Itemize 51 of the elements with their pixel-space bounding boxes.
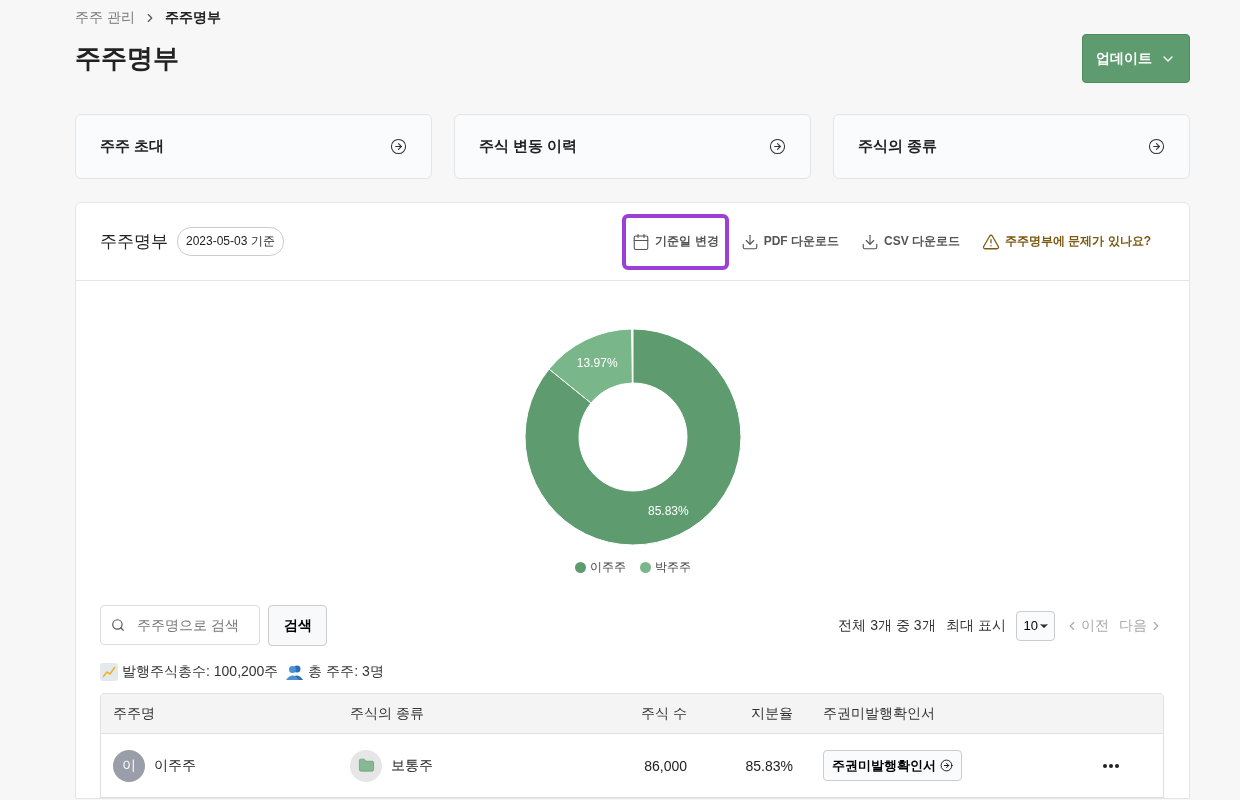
nav-card[interactable]: 주식의 종류 xyxy=(833,114,1190,179)
section-title: 주주명부 xyxy=(100,231,168,253)
stat-text: 총 주주: 3명 xyxy=(308,663,384,681)
page-size-label: 최대 표시 xyxy=(945,616,1006,635)
date-badge: 2023-05-03 기준 xyxy=(177,227,284,256)
column-header: 주권미발행확인서 xyxy=(823,704,935,723)
arrow-right-icon xyxy=(1148,138,1165,155)
action-link[interactable]: CSV 다운로드 xyxy=(851,213,970,270)
table-cell: 86,000 xyxy=(644,757,687,774)
chart-icon xyxy=(100,663,118,681)
warning-icon xyxy=(982,232,1000,251)
slice-label: 13.97% xyxy=(576,356,618,371)
download-icon xyxy=(861,232,879,251)
action-link[interactable]: 주주명부에 문제가 있나요? xyxy=(972,213,1161,270)
arrow-right-icon xyxy=(940,759,953,772)
breadcrumb-item[interactable]: 주주 관리 xyxy=(75,9,135,27)
table-cell: 보통주 xyxy=(391,756,433,775)
nav-card-label: 주주 초대 xyxy=(100,137,165,156)
arrow-right-icon xyxy=(390,138,407,155)
stat-text: 발행주식총수: 100,200주 xyxy=(122,663,279,681)
nav-card-label: 주식의 종류 xyxy=(858,137,938,156)
column-header: 주주명 xyxy=(113,704,155,723)
result-count: 전체 3개 중 3개 xyxy=(838,616,936,635)
avatar: 이 xyxy=(113,749,145,782)
search-icon xyxy=(111,618,125,632)
table-cell: 85.83% xyxy=(745,757,793,774)
arrow-right-icon xyxy=(769,138,786,155)
people-icon xyxy=(286,664,305,680)
search-button[interactable]: 검색 xyxy=(268,605,327,646)
page-title: 주주명부 xyxy=(75,42,179,75)
nav-card[interactable]: 주주 초대 xyxy=(75,114,432,179)
action-link[interactable]: PDF 다운로드 xyxy=(730,213,849,270)
page-size-select[interactable]: 10 xyxy=(1015,610,1055,641)
legend-item: 이주주 xyxy=(574,559,626,576)
slice-label: 85.83% xyxy=(647,504,689,518)
more-icon xyxy=(1103,763,1119,768)
column-header: 주식의 종류 xyxy=(350,704,424,723)
calendar-icon xyxy=(632,232,651,251)
legend-item: 박주주 xyxy=(639,559,691,576)
action-link[interactable]: 기준일 변경 xyxy=(622,213,729,270)
download-icon xyxy=(740,232,759,251)
nav-card[interactable]: 주식 변동 이력 xyxy=(454,114,811,179)
column-header: 지분율 xyxy=(751,704,793,723)
folder-icon xyxy=(350,749,382,782)
breadcrumb-item: 주주명부 xyxy=(164,9,221,27)
certificate-button[interactable]: 주권미발행확인서 xyxy=(823,750,962,781)
table-cell: 이주주 xyxy=(154,756,196,775)
nav-card-label: 주식 변동 이력 xyxy=(479,137,578,156)
column-header: 주식 수 xyxy=(641,704,687,723)
search-box[interactable]: 주주명으로 검색 xyxy=(100,605,260,645)
more-button[interactable] xyxy=(1103,763,1119,768)
